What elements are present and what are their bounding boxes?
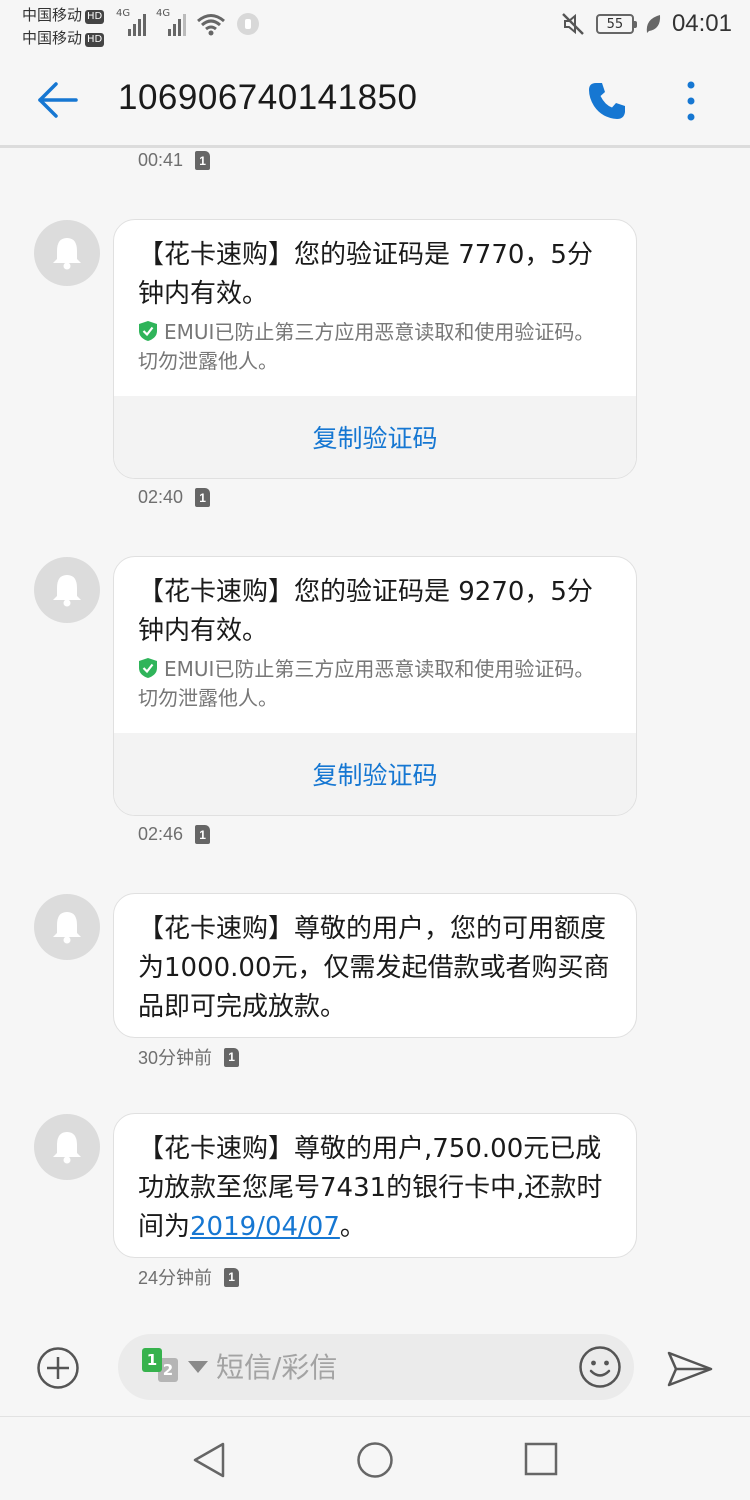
sim-card-icon: 1 bbox=[224, 1267, 240, 1287]
timestamp-text: 24分钟前 bbox=[138, 1268, 213, 1288]
copy-code-button[interactable]: 复制验证码 bbox=[114, 396, 636, 478]
phone-icon[interactable] bbox=[586, 80, 628, 122]
message-timestamp: 00:41 1 bbox=[138, 150, 211, 171]
status-bar: 中国移动 HD 中国移动 HD 4G 4G 55 04:01 bbox=[0, 0, 750, 52]
bell-icon bbox=[53, 238, 81, 270]
signal-icon-2: 4G bbox=[156, 8, 186, 36]
dropdown-icon[interactable] bbox=[188, 1361, 208, 1373]
system-nav-bar bbox=[0, 1416, 750, 1500]
sender-avatar[interactable] bbox=[34, 894, 100, 960]
message-timestamp: 02:46 1 bbox=[138, 824, 211, 845]
message-bubble[interactable]: 【花卡速购】尊敬的用户，您的可用额度为1000.00元，仅需发起借款或者购买商品… bbox=[113, 893, 637, 1038]
network-type-2: 4G bbox=[156, 8, 171, 19]
message-input[interactable] bbox=[216, 1346, 556, 1388]
message-timestamp: 30分钟前 1 bbox=[138, 1044, 240, 1070]
message-bubble[interactable]: 【花卡速购】您的验证码是 9270，5分钟内有效。 EMUI已防止第三方应用恶意… bbox=[113, 556, 637, 816]
shield-icon bbox=[139, 321, 157, 341]
timestamp-text: 30分钟前 bbox=[138, 1048, 213, 1068]
input-box: 2 1 bbox=[118, 1334, 634, 1400]
carrier-label-1: 中国移动 HD bbox=[22, 4, 105, 25]
add-icon[interactable] bbox=[36, 1346, 80, 1390]
copy-code-button[interactable]: 复制验证码 bbox=[114, 733, 636, 815]
message-timestamp: 02:40 1 bbox=[138, 487, 211, 508]
signal-group: 4G 4G bbox=[116, 8, 260, 36]
battery-level: 55 bbox=[606, 16, 624, 32]
message-text: 【花卡速购】您的验证码是 7770，5分钟内有效。 bbox=[138, 240, 593, 309]
sender-avatar[interactable] bbox=[34, 220, 100, 286]
sim-card-icon: 1 bbox=[195, 488, 211, 507]
sender-avatar[interactable] bbox=[34, 1114, 100, 1180]
message-text: 【花卡速购】尊敬的用户，您的可用额度为1000.00元，仅需发起借款或者购买商品… bbox=[138, 914, 610, 1022]
contact-number: 106906740141850 bbox=[118, 78, 418, 117]
security-note: EMUI已防止第三方应用恶意读取和使用验证码。切勿泄露他人。 bbox=[114, 651, 636, 733]
nav-back-icon[interactable] bbox=[192, 1441, 226, 1479]
sim-card-icon: 1 bbox=[195, 825, 211, 844]
carrier-name-2: 中国移动 bbox=[22, 29, 83, 47]
nav-recent-icon[interactable] bbox=[524, 1442, 558, 1476]
message-timestamp: 24分钟前 1 bbox=[138, 1264, 240, 1290]
conversation-header: 106906740141850 bbox=[0, 52, 750, 148]
message-composer: 2 1 bbox=[0, 1318, 750, 1416]
sim-badge-1: 1 bbox=[142, 1348, 162, 1372]
status-time: 04:01 bbox=[671, 10, 732, 37]
sim-selector[interactable]: 2 1 bbox=[142, 1348, 182, 1388]
back-arrow-icon[interactable] bbox=[36, 80, 80, 120]
security-note: EMUI已防止第三方应用恶意读取和使用验证码。切勿泄露他人。 bbox=[114, 314, 636, 396]
timestamp-text: 02:40 bbox=[138, 487, 184, 507]
notification-dot-icon bbox=[237, 13, 259, 35]
hd-badge-2: HD bbox=[85, 33, 105, 47]
bell-icon bbox=[53, 575, 81, 607]
wifi-icon bbox=[197, 14, 225, 36]
security-note-text: EMUI已防止第三方应用恶意读取和使用验证码。切勿泄露他人。 bbox=[138, 657, 595, 710]
timestamp-text: 02:46 bbox=[138, 824, 184, 844]
security-note-text: EMUI已防止第三方应用恶意读取和使用验证码。切勿泄露他人。 bbox=[138, 320, 595, 373]
sim-card-icon: 1 bbox=[224, 1047, 240, 1067]
send-icon[interactable] bbox=[666, 1350, 714, 1388]
carrier-name-1: 中国移动 bbox=[22, 6, 83, 24]
network-type-1: 4G bbox=[116, 8, 131, 19]
timestamp-text: 00:41 bbox=[138, 150, 184, 170]
mute-icon bbox=[562, 13, 584, 35]
carrier-label-2: 中国移动 HD bbox=[22, 27, 105, 48]
more-vertical-icon[interactable] bbox=[682, 80, 700, 122]
bell-icon bbox=[53, 1132, 81, 1164]
status-right: 55 04:01 bbox=[560, 10, 732, 38]
bell-icon bbox=[53, 912, 81, 944]
message-text: 【花卡速购】您的验证码是 9270，5分钟内有效。 bbox=[138, 577, 593, 646]
nav-home-icon[interactable] bbox=[356, 1441, 394, 1479]
message-bubble[interactable]: 【花卡速购】尊敬的用户,750.00元已成功放款至您尾号7431的银行卡中,还款… bbox=[113, 1113, 637, 1258]
message-text: 【花卡速购】尊敬的用户,750.00元已成功放款至您尾号7431的银行卡中,还款… bbox=[114, 1114, 636, 1257]
message-bubble[interactable]: 【花卡速购】您的验证码是 7770，5分钟内有效。 EMUI已防止第三方应用恶意… bbox=[113, 219, 637, 479]
shield-icon bbox=[139, 658, 157, 678]
date-link[interactable]: 2019/04/07 bbox=[190, 1212, 340, 1242]
battery-indicator: 55 bbox=[595, 14, 637, 34]
leaf-icon bbox=[646, 15, 661, 33]
message-text-part: 。 bbox=[339, 1212, 366, 1242]
signal-icon-1: 4G bbox=[116, 8, 146, 36]
emoji-icon[interactable] bbox=[578, 1345, 622, 1389]
sim-card-icon: 1 bbox=[195, 151, 211, 170]
sender-avatar[interactable] bbox=[34, 557, 100, 623]
hd-badge-1: HD bbox=[85, 10, 105, 24]
